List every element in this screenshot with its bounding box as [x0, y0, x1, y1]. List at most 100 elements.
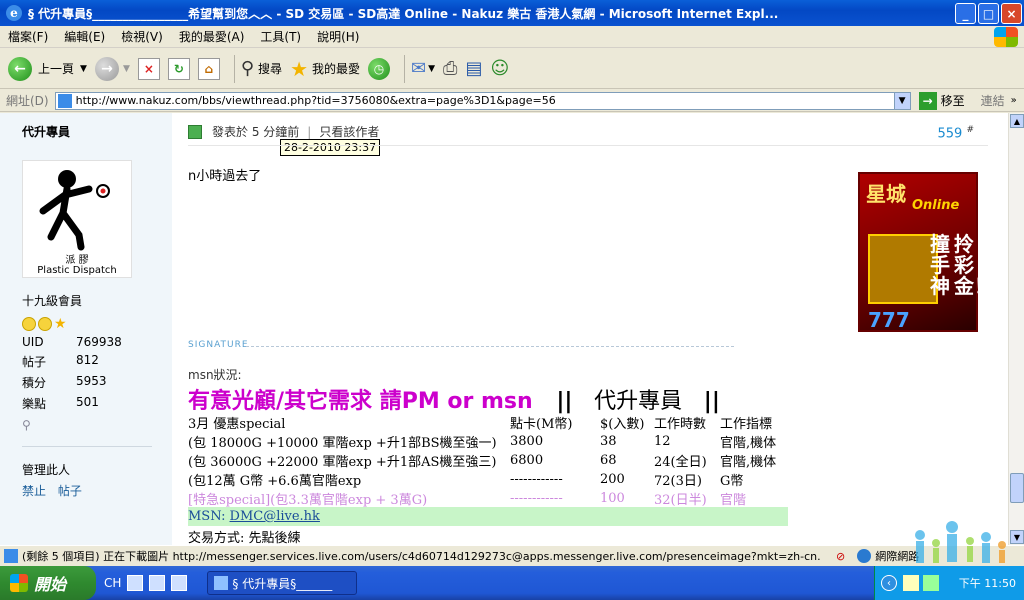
window-title-bar[interactable]: e § 代升專員§________________希望幫到您︿︿ - SD 交易… — [0, 0, 1024, 26]
links-button[interactable]: 連結 — [981, 92, 1005, 109]
headline-title: 代升專員 — [594, 389, 683, 414]
forward-dropdown-icon[interactable]: ▼ — [123, 64, 130, 74]
stop-button[interactable]: × — [137, 57, 160, 80]
start-label: 開始 — [34, 575, 67, 594]
go-button[interactable]: 移至 — [941, 92, 965, 109]
table-cell: 68 — [600, 453, 617, 468]
menu-favorites[interactable]: 我的最愛(A) — [179, 28, 245, 45]
stat-key: 樂點 — [22, 397, 47, 411]
pin-icon[interactable]: ⚲ — [22, 418, 172, 432]
ad-vertical-text-1: 拎彩金！ — [954, 232, 994, 298]
address-dropdown-icon[interactable]: ▼ — [893, 92, 910, 109]
scrollbar-thumb[interactable] — [1010, 473, 1024, 503]
loading-page-icon — [4, 549, 18, 563]
rank-stars: ★ — [22, 317, 172, 331]
favorites-button[interactable]: ★ 我的最愛 — [290, 57, 360, 81]
history-button[interactable]: ◷ — [368, 57, 391, 80]
msn-prefix: MSN: — [188, 509, 226, 524]
print-button[interactable]: ⎙ — [443, 58, 457, 79]
links-chevron-icon[interactable]: » — [1011, 95, 1017, 106]
back-dropdown-icon[interactable]: ▼ — [80, 64, 87, 74]
page-icon — [57, 93, 72, 108]
mail-button[interactable]: ✉ ▼ — [411, 58, 435, 79]
vertical-scrollbar[interactable]: ▲ ▼ — [1008, 113, 1024, 545]
posts-link[interactable]: 帖子 — [58, 484, 82, 498]
menu-file[interactable]: 檔案(F) — [8, 28, 48, 45]
signature-divider — [246, 346, 734, 347]
security-zone[interactable]: 網際網路 — [857, 548, 919, 564]
tray-app-icon[interactable] — [903, 575, 919, 591]
language-bar: CH — [104, 575, 193, 591]
table-cell: 6800 — [510, 453, 544, 468]
options-icon[interactable] — [171, 575, 188, 591]
refresh-button[interactable]: ↻ — [167, 57, 190, 80]
avatar[interactable]: 派 膠 Plastic Dispatch — [22, 160, 132, 278]
table-cell: 工作時數 — [654, 417, 707, 432]
menu-view[interactable]: 檢視(V) — [121, 28, 163, 45]
back-button[interactable]: ← 上一頁 ▼ — [8, 56, 87, 81]
star-icon: ★ — [290, 56, 308, 81]
clock[interactable]: 下午 11:50 — [959, 575, 1016, 591]
back-label: 上一頁 — [38, 62, 75, 76]
go-arrow-icon[interactable]: → — [918, 91, 937, 110]
price-table: 3月 優惠special 點卡(M幣) $(入數) 工作時數 工作指標 (包 1… — [188, 413, 788, 508]
post-number[interactable]: 559 # — [937, 125, 974, 141]
msn-email-link[interactable]: DMC@live.hk — [230, 509, 320, 524]
stat-key: 積分 — [22, 376, 47, 390]
maximize-button[interactable]: □ — [978, 3, 999, 24]
messenger-button[interactable]: ☺ — [490, 58, 509, 79]
language-indicator[interactable]: CH — [104, 576, 121, 590]
mail-icon: ✉ — [411, 58, 427, 79]
task-label: § 代升專員§______ — [232, 576, 333, 591]
start-button[interactable]: 開始 — [0, 566, 96, 600]
address-url[interactable]: http://www.nakuz.com/bbs/viewthread.php?… — [76, 94, 894, 107]
forward-button[interactable]: → ▼ — [94, 56, 130, 81]
minimize-button[interactable]: _ — [955, 3, 976, 24]
msn-contact-row: MSN: DMC@live.hk — [188, 507, 788, 526]
dancing-figure-icon — [39, 170, 110, 251]
ban-link[interactable]: 禁止 — [22, 484, 46, 498]
edit-button[interactable]: ▤ — [465, 58, 482, 79]
ie-icon: e — [6, 5, 22, 21]
ad-banner[interactable]: 星城 Online 撞手神 拎彩金！ 777 — [858, 172, 994, 332]
post-body: 發表於 5 分鐘前 | 只看該作者 28-2-2010 23:37 559 # … — [188, 113, 994, 545]
page-content: 代升專員 派 膠 Plastic Dispatch 十九級會員 ★ UID 769… — [0, 113, 1008, 545]
search-button[interactable]: ⚲ 搜尋 — [241, 58, 282, 79]
close-button[interactable]: × — [1001, 3, 1022, 24]
back-arrow-icon: ← — [8, 56, 32, 81]
taskbar-ie-window[interactable]: § 代升專員§______ — [207, 571, 358, 595]
author-only-link[interactable]: 只看該作者 — [319, 123, 379, 140]
headline-text: 有意光顧/其它需求 請PM or msn — [188, 389, 533, 414]
menu-edit[interactable]: 編輯(E) — [64, 28, 105, 45]
forward-arrow-icon: → — [94, 56, 119, 81]
stat-value: 501 — [76, 395, 99, 409]
table-cell: 100 — [600, 491, 625, 506]
tray-expand-icon[interactable]: ‹ — [881, 575, 897, 591]
address-input[interactable]: http://www.nakuz.com/bbs/viewthread.php?… — [54, 91, 911, 110]
table-cell: 12 — [654, 434, 671, 449]
menu-help[interactable]: 說明(H) — [317, 28, 359, 45]
stat-uid: UID 769938 — [22, 335, 172, 349]
author-username[interactable]: 代升專員 — [22, 123, 172, 140]
printer-icon: ⎙ — [443, 58, 458, 79]
sidebar-divider — [22, 446, 152, 447]
table-cell: 38 — [600, 434, 617, 449]
home-icon: ⌂ — [197, 57, 220, 80]
scroll-down-icon[interactable]: ▼ — [1010, 530, 1024, 544]
stat-key: UID — [22, 335, 44, 349]
blocked-icon[interactable]: ⊘ — [836, 550, 845, 563]
keyboard-icon[interactable] — [127, 575, 144, 591]
table-row: (包 18000G +10000 軍階exp +升1部BS機至強一) 3800 … — [188, 432, 788, 451]
ad-subtitle: Online — [912, 198, 960, 213]
table-row: (包12萬 G幣 +6.6萬官階exp ------------ 200 72(… — [188, 470, 788, 489]
table-cell: $(入數) — [600, 417, 645, 432]
tray-app-icon[interactable] — [923, 575, 939, 591]
table-cell: 200 — [600, 472, 625, 487]
manage-user-label: 管理此人 — [22, 463, 71, 477]
stat-value: 5953 — [76, 374, 107, 388]
home-button[interactable]: ⌂ — [197, 57, 220, 80]
menu-tools[interactable]: 工具(T) — [260, 28, 301, 45]
help-icon[interactable] — [149, 575, 166, 591]
scroll-up-icon[interactable]: ▲ — [1010, 114, 1024, 128]
history-icon: ◷ — [368, 57, 391, 80]
